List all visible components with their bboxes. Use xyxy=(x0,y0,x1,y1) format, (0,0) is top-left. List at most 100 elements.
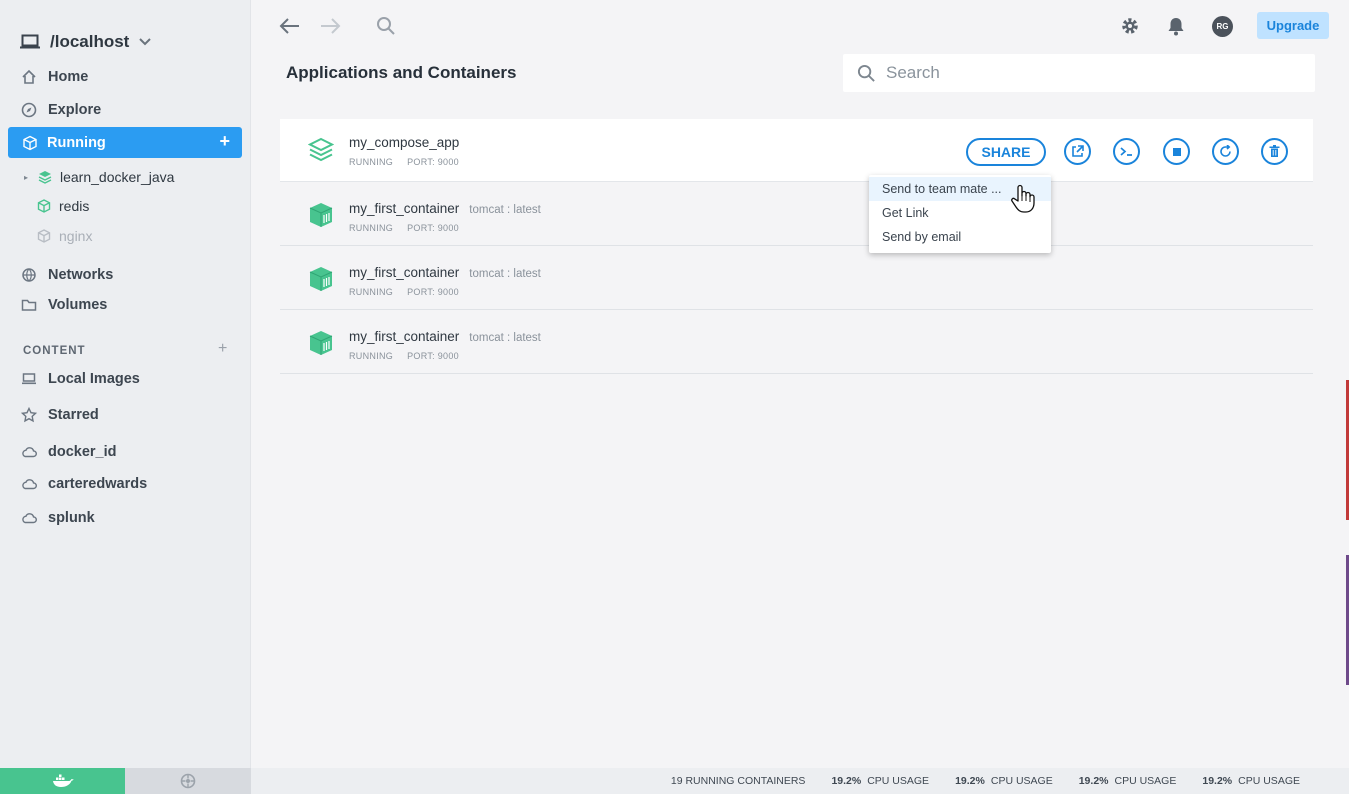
search-icon[interactable] xyxy=(376,16,396,36)
row-name-text: my_first_container xyxy=(349,201,460,216)
row-name-text: my_compose_app xyxy=(349,135,460,150)
compass-icon xyxy=(20,101,38,119)
refresh-icon xyxy=(1220,145,1231,157)
port-text: PORT: 9000 xyxy=(407,157,459,167)
cube-icon xyxy=(23,135,37,150)
search-field[interactable] xyxy=(843,54,1315,92)
docker-whale-button[interactable] xyxy=(0,768,125,794)
sidebar-item-label: carteredwards xyxy=(48,476,148,492)
sidebar-item-explore[interactable]: Explore xyxy=(20,101,101,119)
home-icon xyxy=(20,68,38,86)
table-row[interactable]: my_first_container tomcat : latest RUNNIN… xyxy=(280,310,1313,374)
back-arrow-icon[interactable] xyxy=(279,16,301,36)
sidebar-item-label: learn_docker_java xyxy=(60,169,175,185)
sidebar-item-home[interactable]: Home xyxy=(20,68,88,86)
sidebar-item-local-images[interactable]: Local Images xyxy=(20,370,140,388)
sidebar-item-networks[interactable]: Networks xyxy=(20,266,113,284)
port-text: PORT: 9000 xyxy=(407,351,459,361)
sidebar-item-nginx[interactable]: nginx xyxy=(37,228,92,244)
sidebar-item-label: Volumes xyxy=(48,297,108,313)
cpu-usage-stat: 19.2% CPU USAGE xyxy=(1202,775,1300,787)
terminal-button[interactable] xyxy=(1113,138,1140,165)
row-meta: RUNNING PORT: 9000 xyxy=(349,157,459,167)
page-title: Applications and Containers xyxy=(286,63,517,82)
status-text: RUNNING xyxy=(349,223,394,233)
sidebar-item-docker-id[interactable]: docker_id xyxy=(20,443,117,461)
hand-cursor-icon xyxy=(1011,184,1035,213)
upgrade-button[interactable]: Upgrade xyxy=(1257,12,1329,39)
trash-icon xyxy=(1269,145,1280,157)
sidebar-footer xyxy=(0,768,251,794)
avatar[interactable]: RG xyxy=(1212,16,1233,37)
helm-icon xyxy=(180,773,196,789)
sidebar: /localhost Home Explore Running + ▸ lear… xyxy=(0,0,251,768)
image-tag: tomcat : latest xyxy=(469,204,541,216)
row-meta: RUNNING PORT: 9000 xyxy=(349,223,459,233)
stack-icon xyxy=(308,137,334,162)
cloud-icon xyxy=(20,475,38,493)
host-selector[interactable]: /localhost xyxy=(20,32,152,52)
status-text: RUNNING xyxy=(349,287,394,297)
sidebar-item-label: nginx xyxy=(59,228,93,244)
cpu-usage-stat: 19.2% CPU USAGE xyxy=(831,775,929,787)
forward-arrow-icon[interactable] xyxy=(319,16,341,36)
sidebar-item-splunk[interactable]: splunk xyxy=(20,509,95,527)
cpu-value: 19.2% xyxy=(955,775,985,787)
status-text: RUNNING xyxy=(349,351,394,361)
stack-icon xyxy=(38,171,52,184)
cpu-value: 19.2% xyxy=(1078,775,1109,787)
cpu-usage-stat: 19.2% CPU USAGE xyxy=(1079,775,1177,787)
whale-icon xyxy=(52,774,74,787)
sidebar-item-label: splunk xyxy=(48,510,95,526)
add-running-button[interactable]: + xyxy=(219,131,230,152)
cpu-label: CPU USAGE xyxy=(1238,775,1300,787)
restart-button[interactable] xyxy=(1212,138,1239,165)
search-input[interactable] xyxy=(886,63,1286,83)
cube-icon xyxy=(37,199,51,213)
sidebar-item-volumes[interactable]: Volumes xyxy=(20,296,107,314)
bell-icon[interactable] xyxy=(1167,16,1185,36)
container-icon xyxy=(309,267,333,291)
menu-item-send-by-email[interactable]: Send by email xyxy=(869,225,1051,249)
cpu-value: 19.2% xyxy=(831,775,862,787)
star-icon xyxy=(20,406,38,424)
sidebar-item-starred[interactable]: Starred xyxy=(20,406,99,424)
sidebar-item-learn-docker-java[interactable]: ▸ learn_docker_java xyxy=(24,169,174,185)
row-meta: RUNNING PORT: 9000 xyxy=(349,351,459,361)
search-icon xyxy=(857,64,875,82)
share-button[interactable]: SHARE xyxy=(966,138,1046,166)
folder-icon xyxy=(20,296,38,314)
sidebar-item-label: Explore xyxy=(48,102,102,118)
terminal-icon xyxy=(1120,147,1132,156)
sidebar-item-redis[interactable]: redis xyxy=(37,198,89,214)
sidebar-item-running[interactable]: Running + xyxy=(8,127,242,158)
table-row[interactable]: my_first_container tomcat : latest RUNNIN… xyxy=(280,182,1313,246)
container-icon xyxy=(309,203,333,227)
stop-button[interactable] xyxy=(1163,138,1190,165)
laptop-icon xyxy=(20,34,40,49)
row-name: my_compose_app xyxy=(349,135,459,150)
status-bar: 19 RUNNING CONTAINERS 19.2% CPU USAGE 19.… xyxy=(251,768,1349,794)
chevron-down-icon xyxy=(139,38,152,46)
delete-button[interactable] xyxy=(1261,138,1288,165)
row-name-text: my_first_container xyxy=(349,265,460,280)
sidebar-item-label: docker_id xyxy=(48,444,117,460)
sidebar-item-label: Starred xyxy=(48,407,99,423)
open-external-button[interactable] xyxy=(1064,138,1091,165)
row-name: my_first_container tomcat : latest xyxy=(349,201,541,216)
expand-caret-icon[interactable]: ▸ xyxy=(24,173,30,182)
table-row[interactable]: my_first_container tomcat : latest RUNNIN… xyxy=(280,246,1313,310)
cpu-value: 19.2% xyxy=(1202,775,1233,787)
add-content-button[interactable]: + xyxy=(218,340,227,358)
kubernetes-button[interactable] xyxy=(125,768,251,794)
sidebar-item-carteredwards[interactable]: carteredwards xyxy=(20,475,147,493)
sidebar-item-label: Local Images xyxy=(48,371,140,387)
port-text: PORT: 9000 xyxy=(407,287,459,297)
host-label: /localhost xyxy=(50,32,130,51)
content-heading: CONTENT xyxy=(23,345,86,357)
gear-icon[interactable] xyxy=(1120,16,1140,36)
cpu-label: CPU USAGE xyxy=(990,775,1053,787)
table-row[interactable]: my_compose_app RUNNING PORT: 9000 SHARE xyxy=(280,119,1313,182)
row-name-text: my_first_container xyxy=(349,329,460,344)
sidebar-item-label: Home xyxy=(48,69,89,85)
